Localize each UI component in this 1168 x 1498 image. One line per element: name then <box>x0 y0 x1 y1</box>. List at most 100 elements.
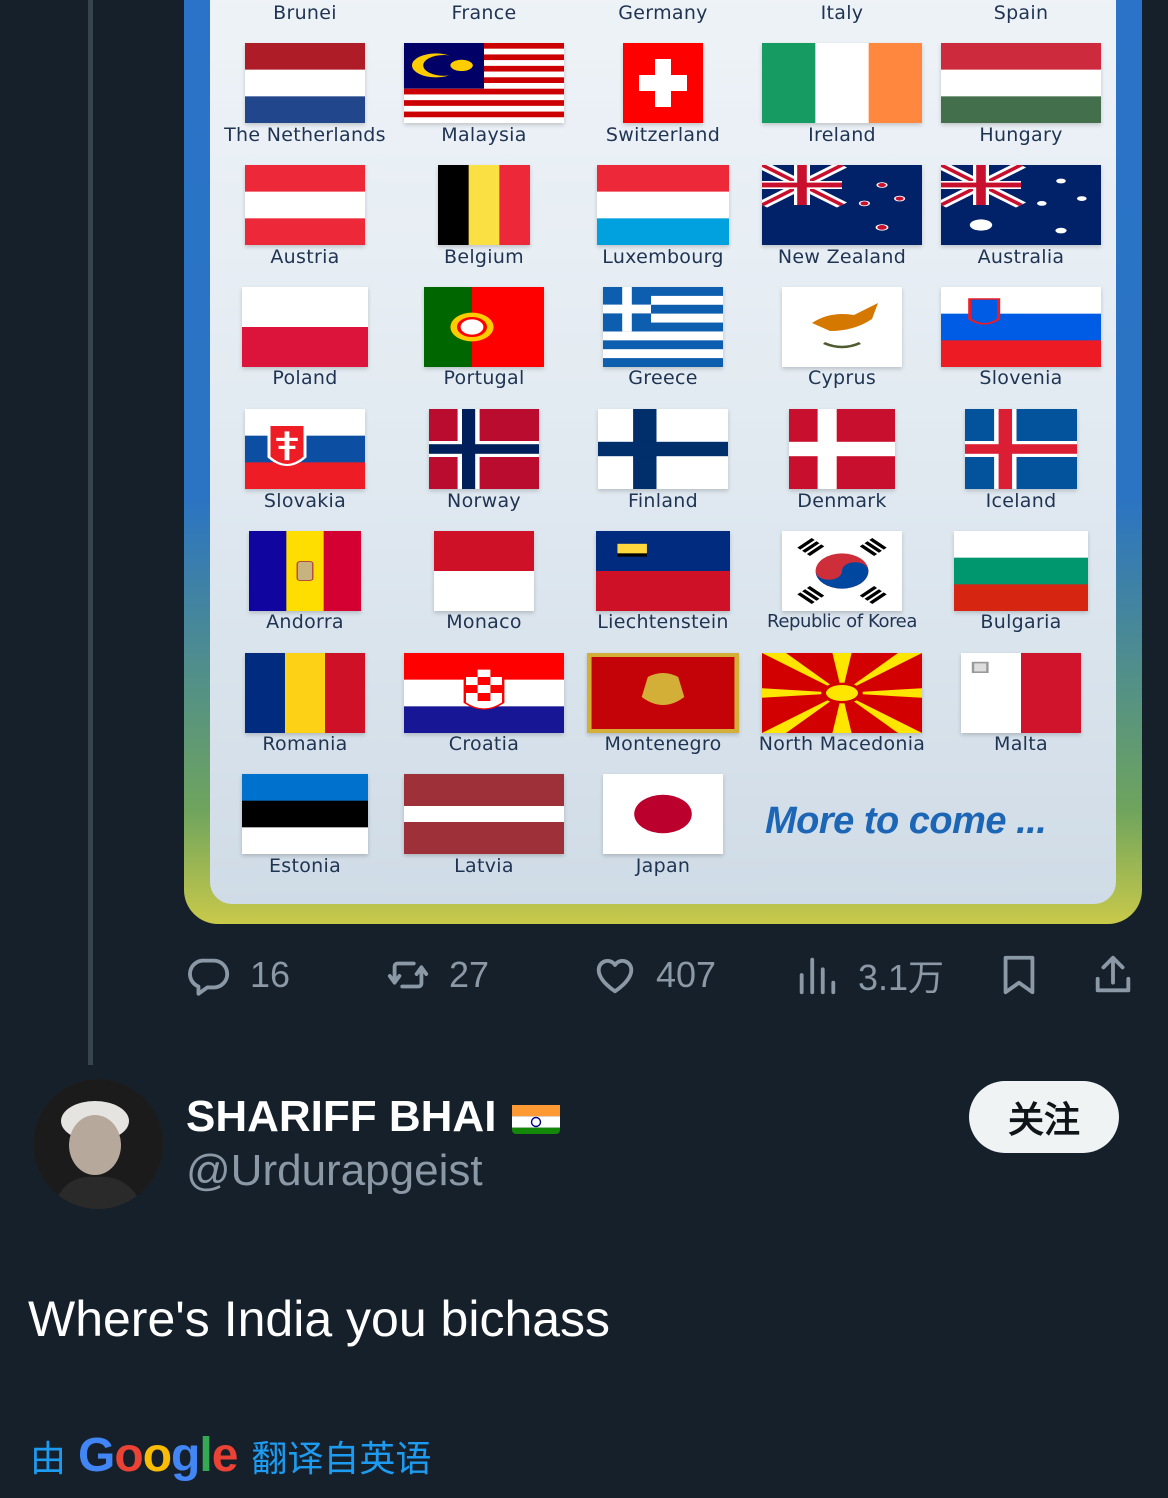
country-label-germany: Germany <box>618 2 708 24</box>
flag-croatia <box>404 653 564 733</box>
repost-button[interactable]: 27 <box>385 950 489 1000</box>
translation-attribution: 由 Google 翻译自英语 <box>30 1428 431 1483</box>
share-icon <box>1095 955 1131 993</box>
reply-count: 16 <box>250 954 291 995</box>
country-label-monaco: Monaco <box>446 611 522 633</box>
flag-the-netherlands <box>245 43 365 123</box>
flag-greece <box>603 287 723 367</box>
like-button[interactable]: 407 <box>592 950 716 1000</box>
reply-icon <box>188 958 230 996</box>
country-label-denmark: Denmark <box>797 490 887 512</box>
country-label-slovakia: Slovakia <box>263 490 347 512</box>
country-label-croatia: Croatia <box>448 733 520 755</box>
flag-new-zealand <box>762 165 922 245</box>
country-label-andorra: Andorra <box>266 611 344 633</box>
flag-monaco <box>434 531 534 611</box>
country-label-finland: Finland <box>628 490 698 512</box>
country-label-romania: Romania <box>262 733 348 755</box>
flag-austria <box>245 165 365 245</box>
country-label-australia: Australia <box>977 246 1065 268</box>
country-label-italy: Italy <box>820 2 864 24</box>
follow-button[interactable]: 关注 <box>969 1081 1119 1153</box>
country-label-malta: Malta <box>994 733 1048 755</box>
country-label-estonia: Estonia <box>268 855 342 877</box>
country-label-bulgaria: Bulgaria <box>980 611 1062 633</box>
country-label-liechtenstein: Liechtenstein <box>597 611 729 633</box>
country-label-malaysia: Malaysia <box>441 124 527 146</box>
repost-count: 27 <box>449 954 490 995</box>
flag-finland <box>598 409 728 489</box>
flag-slovakia <box>245 409 365 489</box>
country-label-brunei: Brunei <box>273 2 337 24</box>
google-letter: g <box>171 1429 200 1482</box>
country-label-the-netherlands: The Netherlands <box>224 124 386 146</box>
country-label-north-macedonia: North Macedonia <box>758 733 926 755</box>
google-letter: o <box>142 1429 172 1482</box>
country-label-portugal: Portugal <box>443 367 525 389</box>
views-count: 3.1万 <box>858 957 945 998</box>
country-label-new-zealand: New Zealand <box>777 246 907 268</box>
avatar[interactable] <box>33 1079 163 1209</box>
country-label-latvia: Latvia <box>454 855 514 877</box>
country-label-belgium: Belgium <box>444 246 524 268</box>
country-label-greece: Greece <box>628 367 698 389</box>
reply-button[interactable]: 16 <box>186 950 290 1000</box>
country-label-republic-of-korea: Republic of Korea <box>767 611 917 632</box>
flag-ireland <box>762 43 922 123</box>
flag-andorra <box>249 531 361 611</box>
country-label-cyprus: Cyprus <box>807 367 877 389</box>
flag-belgium <box>438 165 530 245</box>
user-avatar-image <box>33 1079 163 1209</box>
country-label-spain: Spain <box>993 2 1049 24</box>
flag-latvia <box>404 774 564 854</box>
flag-luxembourg <box>597 165 729 245</box>
flag-malta <box>961 653 1081 733</box>
flag-north-macedonia <box>762 653 922 733</box>
flag-switzerland <box>623 43 703 123</box>
country-label-poland: Poland <box>272 367 338 389</box>
india-flag-emoji <box>512 1100 561 1134</box>
flag-hungary <box>941 43 1101 123</box>
author-name-text: SHARIFF BHAI <box>186 1092 497 1141</box>
views-chart-icon <box>799 957 836 995</box>
flag-portugal <box>424 287 544 367</box>
flag-cyprus <box>782 287 902 367</box>
flag-republic-of-korea <box>782 531 902 611</box>
tweet-text: Where's India you bichass <box>28 1291 611 1347</box>
flag-bulgaria <box>954 531 1088 611</box>
translated-from-english-link[interactable]: 翻译自英语 <box>251 1430 431 1482</box>
views-button[interactable]: 3.1万 <box>794 950 944 1000</box>
bookmark-button[interactable] <box>996 950 1042 1000</box>
author-handle[interactable]: @Urdurapgeist <box>186 1146 483 1196</box>
country-label-slovenia: Slovenia <box>979 367 1063 389</box>
country-label-hungary: Hungary <box>979 124 1063 146</box>
author-display-name[interactable]: SHARIFF BHAI <box>186 1092 561 1142</box>
country-label-austria: Austria <box>270 246 340 268</box>
share-button[interactable] <box>1090 950 1136 1000</box>
flag-romania <box>245 653 365 733</box>
translated-by-label: 由 <box>30 1438 67 1480</box>
flag-japan <box>603 774 723 854</box>
country-label-ireland: Ireland <box>808 124 876 146</box>
flag-norway <box>429 409 539 489</box>
flag-denmark <box>789 409 895 489</box>
country-label-switzerland: Switzerland <box>605 124 721 146</box>
country-label-japan: Japan <box>635 855 691 877</box>
country-label-montenegro: Montenegro <box>604 733 722 755</box>
google-letter: o <box>114 1429 143 1482</box>
flag-slovenia <box>941 287 1101 367</box>
country-label-luxembourg: Luxembourg <box>602 246 724 268</box>
more-to-come-text: More to come ... <box>765 800 1047 842</box>
flag-estonia <box>242 774 368 854</box>
flag-australia <box>941 165 1101 245</box>
country-label-france: France <box>451 2 517 24</box>
country-label-iceland: Iceland <box>985 490 1057 512</box>
google-logo: Google <box>78 1428 239 1483</box>
heart-icon <box>596 958 634 994</box>
like-count: 407 <box>656 954 717 995</box>
repost-icon <box>387 961 429 989</box>
bookmark-icon <box>1003 955 1035 995</box>
google-letter: l <box>199 1429 212 1482</box>
flag-montenegro <box>587 653 739 733</box>
google-letter: e <box>211 1429 239 1482</box>
